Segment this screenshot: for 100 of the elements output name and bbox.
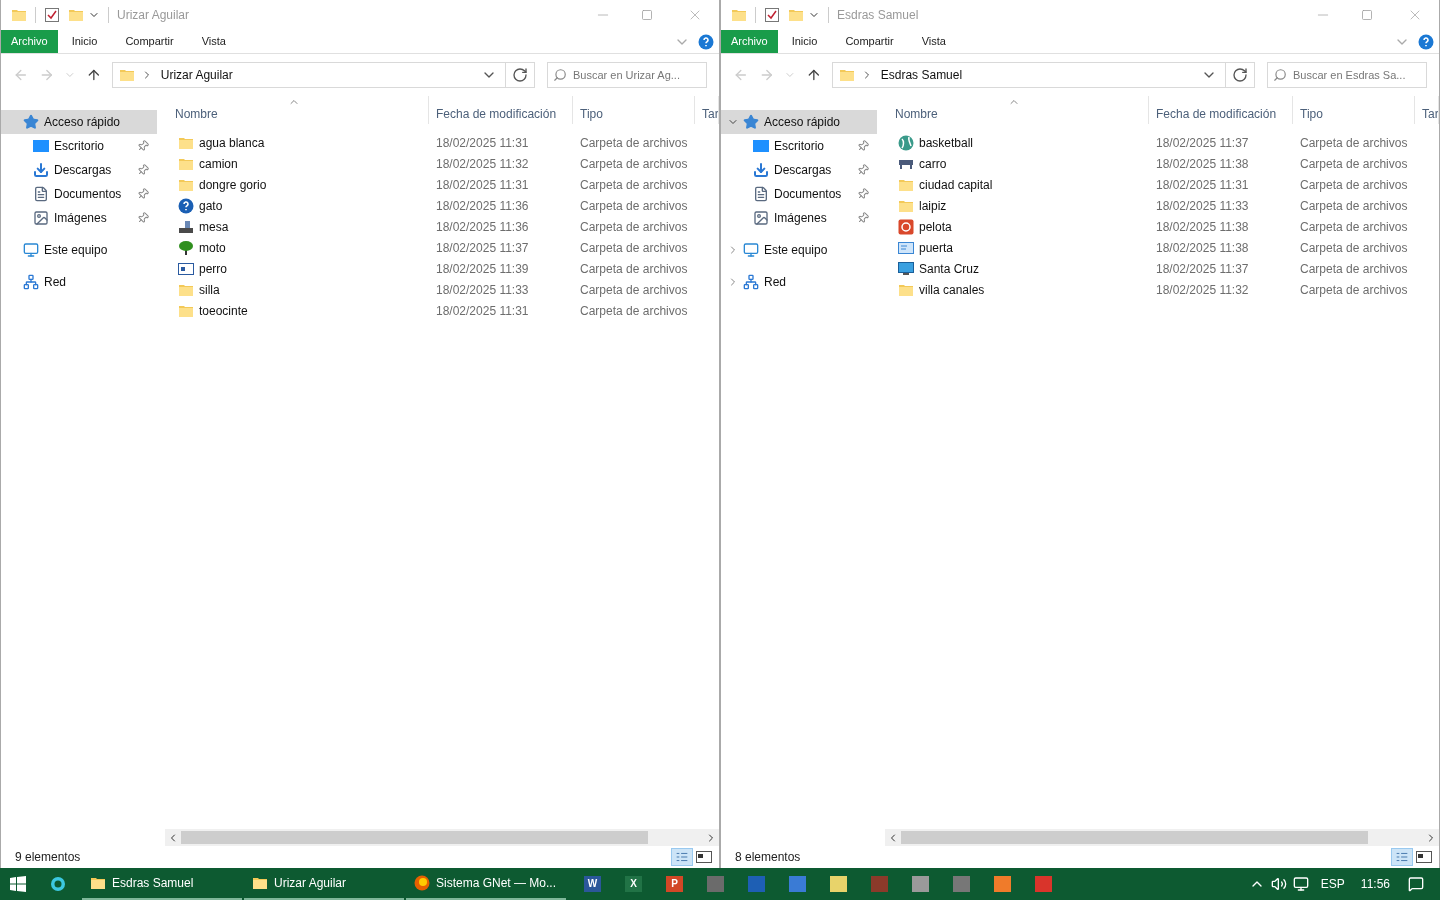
file-row[interactable]: camion 18/02/2025 11:32 Carpeta de archivos (168, 153, 719, 174)
file-row[interactable]: villa canales 18/02/2025 11:32 Carpeta de archivos (888, 279, 1439, 300)
file-row[interactable]: toeocinte 18/02/2025 11:31 Carpeta de archivos (168, 300, 719, 321)
file-name: mesa (199, 218, 229, 236)
help-icon[interactable] (1418, 33, 1434, 50)
back-icon[interactable] (13, 67, 29, 83)
file-type: Carpeta de archivos (1299, 176, 1409, 194)
up-icon[interactable] (806, 67, 822, 83)
column-header[interactable]: Tipo (1300, 105, 1323, 123)
ribbon-tab[interactable]: Compartir (111, 30, 188, 53)
nav-item[interactable]: Este equipo (1, 238, 157, 262)
file-row[interactable]: dongre gorio 18/02/2025 11:31 Carpeta de archivos (168, 174, 719, 195)
nav-item[interactable]: Acceso rápido (1, 110, 157, 134)
nav-item[interactable]: Documentos (1, 182, 157, 206)
column-header[interactable]: Fecha de modificación (1156, 105, 1277, 123)
taskbar-app[interactable]: W (584, 876, 601, 892)
address-bar[interactable]: Urizar Aguilar (111, 62, 535, 88)
file-type: Carpeta de archivos (579, 218, 689, 236)
file-row[interactable]: perro 18/02/2025 11:39 Carpeta de archivos (168, 258, 719, 279)
clock[interactable]: 11:56 (1360, 875, 1390, 893)
refresh-icon[interactable] (512, 67, 528, 83)
taskbar-window[interactable]: Esdras Samuel (82, 868, 242, 900)
nav-item[interactable]: Red (721, 270, 877, 294)
nav-item[interactable]: Documentos (721, 182, 877, 206)
ribbon-tab[interactable]: Vista (187, 30, 240, 53)
nav-item[interactable]: Este equipo (721, 238, 877, 262)
back-icon[interactable] (733, 67, 749, 83)
folder-icon (731, 7, 747, 23)
refresh-icon[interactable] (1232, 67, 1248, 83)
start-icon[interactable] (10, 876, 26, 892)
folder-icon (90, 875, 106, 891)
properties-icon[interactable] (764, 7, 780, 23)
file-row[interactable]: puerta 18/02/2025 11:38 Carpeta de archivos (888, 237, 1439, 258)
file-type: Carpeta de archivos (1299, 134, 1409, 152)
file-date: 18/02/2025 11:38 (1155, 239, 1250, 257)
tiles-view-icon[interactable] (695, 850, 713, 864)
nav-item[interactable]: Descargas (721, 158, 877, 182)
nav-item[interactable]: Red (1, 270, 157, 294)
file-row[interactable]: carro 18/02/2025 11:38 Carpeta de archivos (888, 153, 1439, 174)
file-row[interactable]: silla 18/02/2025 11:33 Carpeta de archivos (168, 279, 719, 300)
file-row[interactable]: laipiz 18/02/2025 11:33 Carpeta de archivos (888, 195, 1439, 216)
nav-item[interactable]: Imágenes (721, 206, 877, 230)
file-row[interactable]: ciudad capital 18/02/2025 11:31 Carpeta de archivos (888, 174, 1439, 195)
nav-label: Descargas (774, 162, 833, 179)
column-header[interactable]: Fecha de modificación (436, 105, 557, 123)
window-title: Esdras Samuel (837, 7, 920, 24)
star-icon (23, 114, 39, 130)
search-field[interactable]: Buscar en Esdras Sa... (1267, 62, 1427, 88)
tiles-view-icon[interactable] (1415, 850, 1433, 864)
nav-label: Acceso rápido (44, 114, 122, 131)
file-date: 18/02/2025 11:37 (435, 239, 530, 257)
nav-item[interactable]: Escritorio (1, 134, 157, 158)
scrollbar-thumb[interactable] (181, 831, 648, 844)
address-bar[interactable]: Esdras Samuel (831, 62, 1255, 88)
taskbar-window[interactable]: Sistema GNet — Mo... (406, 868, 566, 900)
taskbar-window[interactable]: Urizar Aguilar (244, 868, 404, 900)
file-date: 18/02/2025 11:31 (435, 134, 530, 152)
taskbar-app[interactable]: X (625, 876, 642, 892)
file-row[interactable]: Santa Cruz 18/02/2025 11:37 Carpeta de archivos (888, 258, 1439, 279)
ribbon-tab[interactable]: Inicio (57, 30, 112, 53)
nav-item[interactable]: Imágenes (1, 206, 157, 230)
maximize-icon[interactable] (641, 9, 653, 21)
nav-label: Escritorio (54, 138, 105, 155)
maximize-icon[interactable] (1361, 9, 1373, 21)
nav-item[interactable]: Escritorio (721, 134, 877, 158)
column-header[interactable]: Tar (702, 105, 718, 123)
ribbon-tab[interactable]: Vista (907, 30, 960, 53)
file-row[interactable]: basketball 18/02/2025 11:37 Carpeta de archivos (888, 132, 1439, 153)
network-status-icon[interactable] (1292, 876, 1309, 892)
file-row[interactable]: gato 18/02/2025 11:36 Carpeta de archivos (168, 195, 719, 216)
ribbon-tab[interactable]: Compartir (831, 30, 908, 53)
file-row[interactable]: pelota 18/02/2025 11:38 Carpeta de archivos (888, 216, 1439, 237)
document-icon (33, 186, 49, 202)
file-row[interactable]: moto 18/02/2025 11:37 Carpeta de archivos (168, 237, 719, 258)
up-icon[interactable] (86, 67, 102, 83)
taskbar-app[interactable]: P (666, 876, 683, 892)
column-header[interactable]: Nombre (175, 105, 218, 123)
file-type: Carpeta de archivos (579, 302, 689, 320)
address-text: Esdras Samuel (880, 67, 964, 84)
column-header[interactable]: Nombre (895, 105, 938, 123)
help-icon[interactable] (698, 33, 714, 50)
horizontal-scrollbar[interactable] (165, 829, 719, 846)
window-title: Urizar Aguilar (117, 7, 191, 24)
notifications-icon[interactable] (1408, 876, 1424, 892)
search-field[interactable]: Buscar en Urizar Ag... (547, 62, 707, 88)
nav-item[interactable]: Acceso rápido (721, 110, 877, 134)
pictures-icon (753, 210, 769, 226)
column-header[interactable]: Tar (1422, 105, 1438, 123)
file-row[interactable]: agua blanca 18/02/2025 11:31 Carpeta de archivos (168, 132, 719, 153)
nav-item[interactable]: Descargas (1, 158, 157, 182)
language-indicator[interactable]: ESP (1320, 875, 1345, 893)
column-header[interactable]: Tipo (580, 105, 603, 123)
scrollbar-thumb[interactable] (901, 831, 1368, 844)
horizontal-scrollbar[interactable] (885, 829, 1439, 846)
power-icon (898, 218, 914, 235)
ribbon-tab[interactable]: Inicio (777, 30, 832, 53)
volume-icon[interactable] (1270, 876, 1287, 892)
properties-icon[interactable] (44, 7, 60, 23)
search-app-icon[interactable] (50, 876, 66, 892)
file-row[interactable]: mesa 18/02/2025 11:36 Carpeta de archivos (168, 216, 719, 237)
